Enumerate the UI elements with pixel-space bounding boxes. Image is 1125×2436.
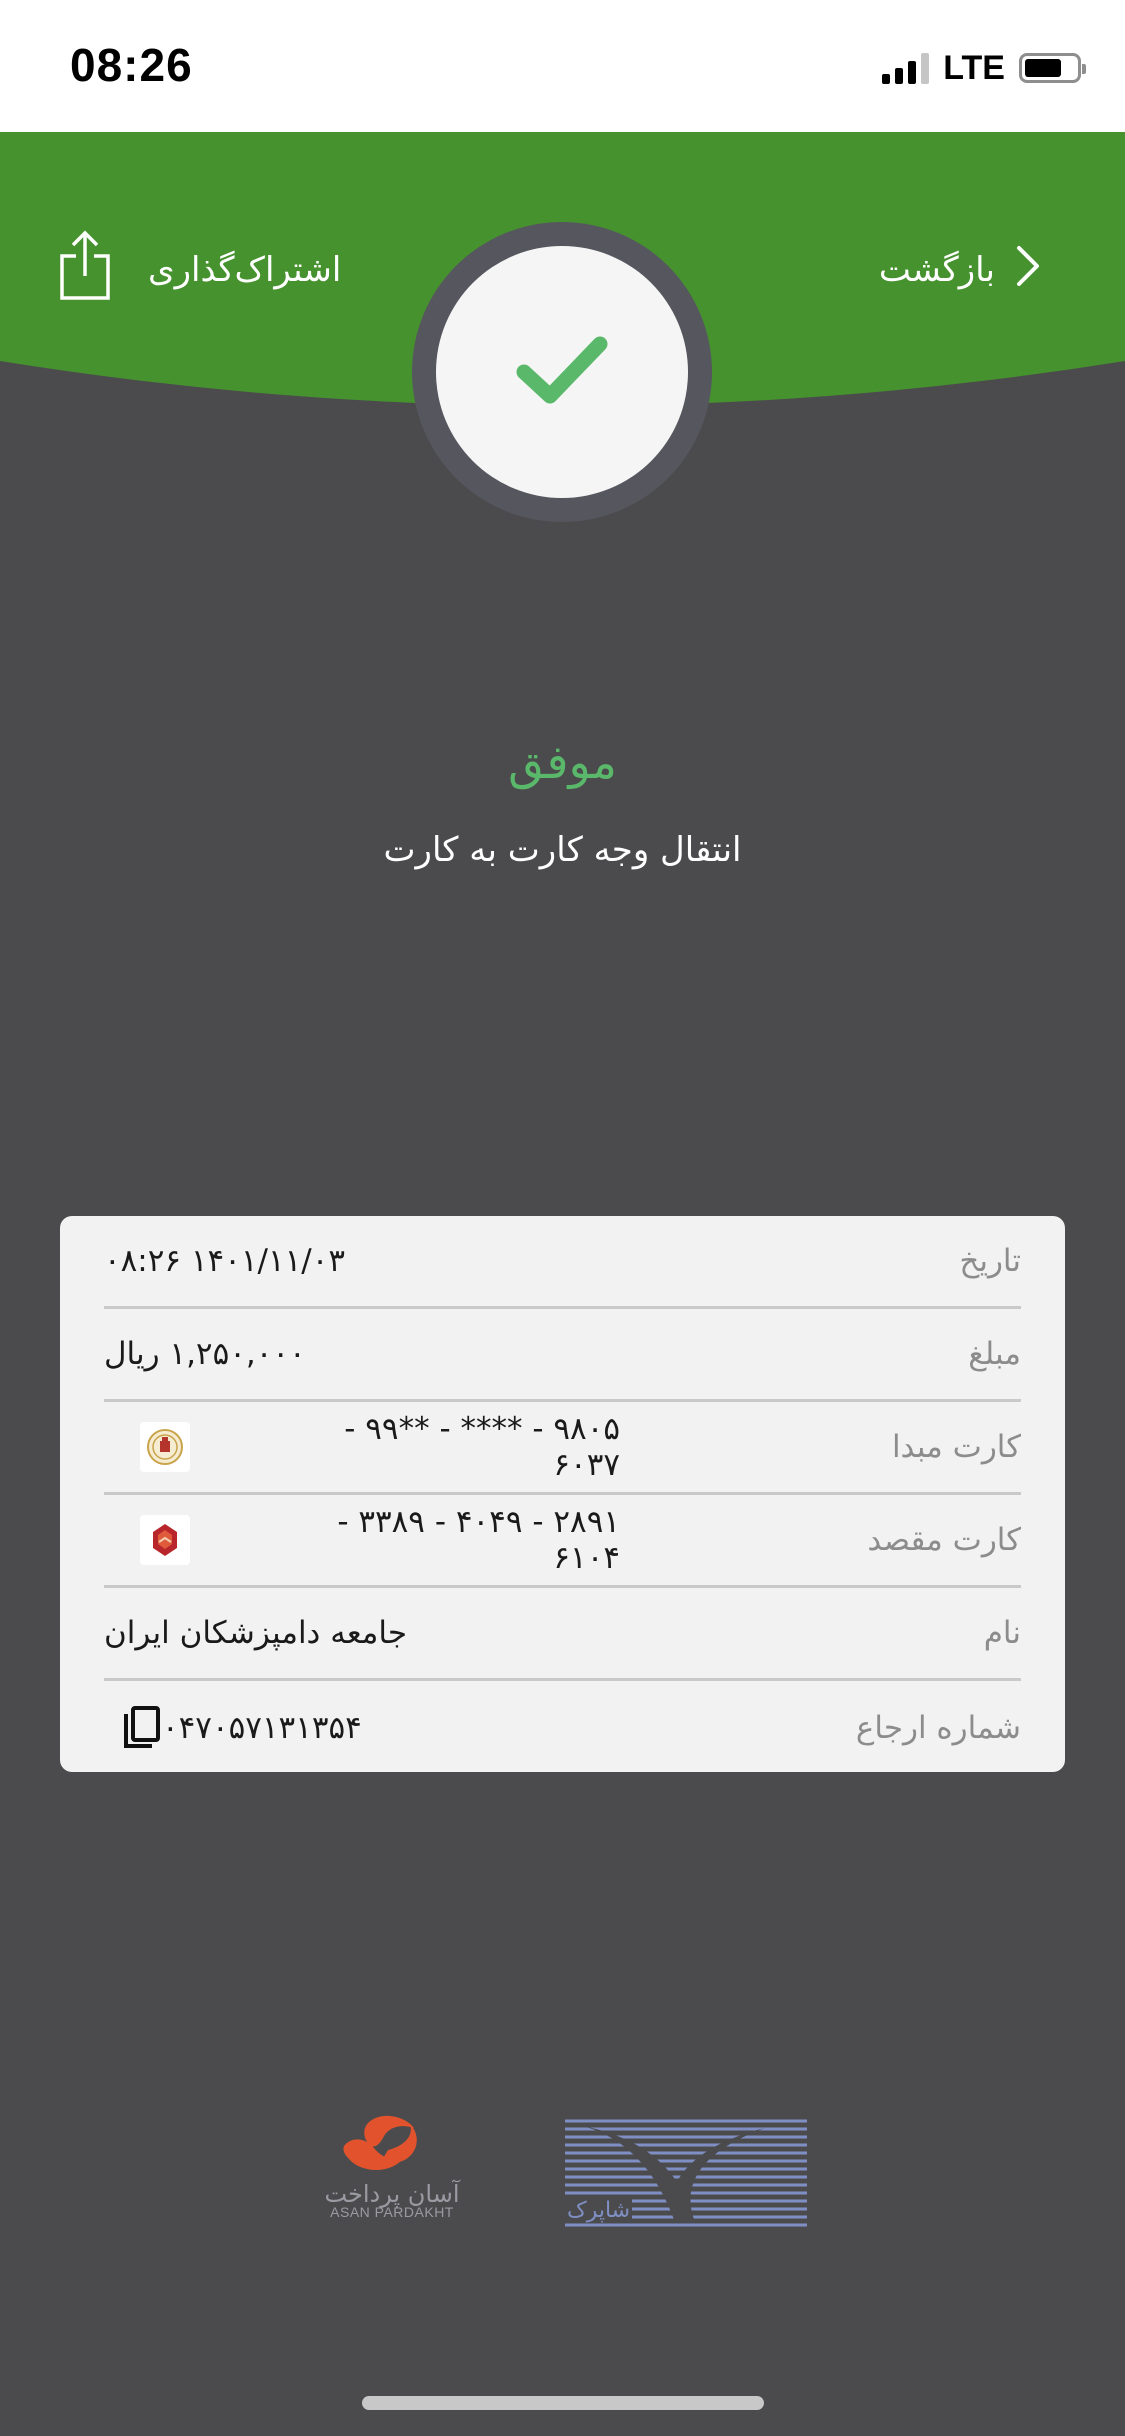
receipt-row-reference: شماره ارجاع ۰۴۷۰۵۷۱۳۱۳۵۴ <box>104 1681 1021 1774</box>
network-type: LTE <box>943 48 1005 87</box>
shaparak-logo-icon: شاپرک <box>565 2118 807 2238</box>
date-label: تاریخ <box>959 1243 1021 1279</box>
share-label: اشتراک‌گذاری <box>148 250 342 290</box>
checkmark-icon <box>514 334 610 410</box>
bank-melli-logo-icon <box>140 1422 190 1472</box>
receipt-row-date: تاریخ ۱۴۰۱/۱۱/۰۳ ۰۸:۲۶ <box>104 1216 1021 1309</box>
receipt-card: تاریخ ۱۴۰۱/۱۱/۰۳ ۰۸:۲۶ مبلغ ۱,۲۵۰,۰۰۰ ری… <box>60 1216 1065 1772</box>
receipt-row-amount: مبلغ ۱,۲۵۰,۰۰۰ ریال <box>104 1309 1021 1402</box>
receipt-row-destination-card: کارت مقصد ۲۸۹۱ - ۴۰۴۹ - ۳۳۸۹ - ۶۱۰۴ <box>104 1495 1021 1588</box>
share-icon <box>58 230 112 311</box>
amount-value: ۱,۲۵۰,۰۰۰ ریال <box>104 1336 306 1372</box>
destination-card-label: کارت مقصد <box>867 1522 1021 1558</box>
copy-icon[interactable] <box>122 1705 162 1750</box>
status-indicators: LTE <box>882 46 1086 90</box>
name-label: نام <box>983 1615 1021 1651</box>
asan-pardakht-label-en: ASAN PARDAKHT <box>330 2204 454 2220</box>
battery-icon <box>1019 53 1086 83</box>
chevron-right-icon <box>1015 244 1041 297</box>
reference-value: ۰۴۷۰۵۷۱۳۱۳۵۴ <box>162 1709 362 1746</box>
home-indicator[interactable] <box>362 2396 764 2410</box>
receipt-row-name: نام جامعه دامپزشکان ایران <box>104 1588 1021 1681</box>
transaction-status: موفق <box>508 735 617 789</box>
transaction-type: انتقال وجه کارت به کارت <box>383 830 742 870</box>
source-card-number: ۹۸۰۵ - **** - **۹۹ - ۶۰۳۷ <box>344 1411 620 1483</box>
destination-card-value-group: ۲۸۹۱ - ۴۰۴۹ - ۳۳۸۹ - ۶۱۰۴ <box>104 1504 620 1576</box>
footer-logos: آسان پرداخت ASAN PARDAKHT شاپرک <box>0 2110 1125 2240</box>
name-value: جامعه دامپزشکان ایران <box>104 1615 408 1651</box>
transaction-receipt-screen: 08:26 LTE بازگشت <box>0 0 1125 2436</box>
asan-pardakht-logo-icon: آسان پرداخت ASAN PARDAKHT <box>318 2110 460 2238</box>
destination-card-number: ۲۸۹۱ - ۴۰۴۹ - ۳۳۸۹ - ۶۱۰۴ <box>337 1504 620 1576</box>
reference-label: شماره ارجاع <box>855 1709 1021 1746</box>
shaparak-label: شاپرک <box>565 2198 633 2223</box>
status-time: 08:26 <box>70 39 193 91</box>
reference-value-group: ۰۴۷۰۵۷۱۳۱۳۵۴ <box>104 1705 362 1750</box>
success-badge <box>436 246 688 498</box>
receipt-row-source-card: کارت مبدا ۹۸۰۵ - **** - **۹۹ - ۶۰۳۷ <box>104 1402 1021 1495</box>
back-label: بازگشت <box>878 250 995 290</box>
status-bar: 08:26 LTE <box>0 0 1125 132</box>
source-card-value-group: ۹۸۰۵ - **** - **۹۹ - ۶۰۳۷ <box>104 1411 620 1483</box>
amount-label: مبلغ <box>968 1336 1021 1372</box>
bank-maskan-logo-icon <box>140 1515 190 1565</box>
date-value: ۱۴۰۱/۱۱/۰۳ ۰۸:۲۶ <box>104 1243 345 1279</box>
back-button[interactable]: بازگشت <box>879 230 1041 310</box>
source-card-label: کارت مبدا <box>891 1429 1021 1465</box>
share-button[interactable]: اشتراک‌گذاری <box>58 230 341 310</box>
signal-icon <box>882 52 930 84</box>
